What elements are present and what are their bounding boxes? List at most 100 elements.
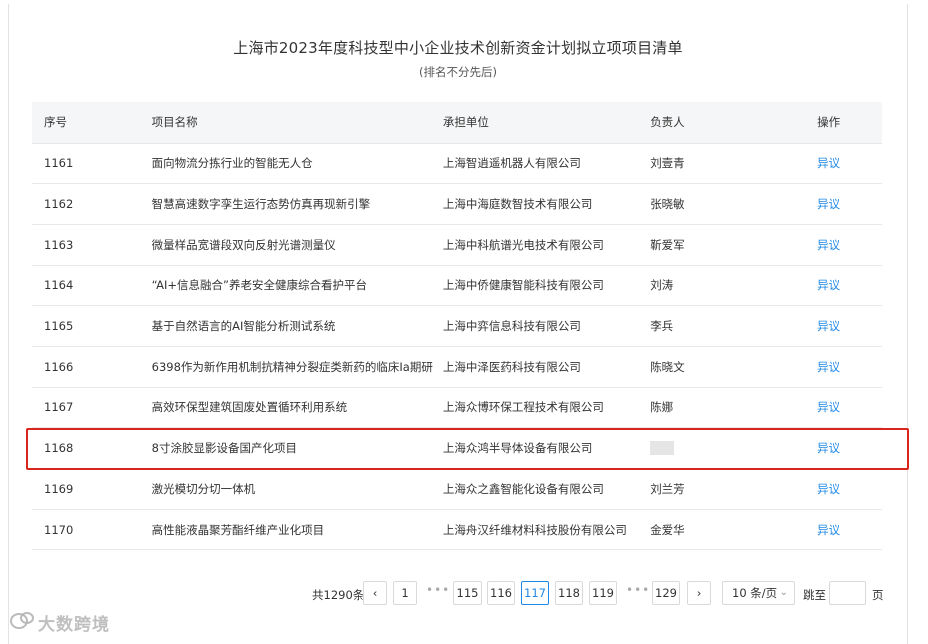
page-button-117-current[interactable]: 117 [521,581,549,605]
person-in-charge: 刘壹青 [640,143,807,185]
person-in-charge: 李兵 [640,305,807,347]
watermark-text: 大数跨境 [38,615,110,635]
page-button-115[interactable]: 115 [453,581,482,605]
row-number: 1162 [32,183,140,225]
jump-label: 跳至 [803,588,826,602]
person-in-charge: 陈娜 [640,387,807,429]
person-in-charge: 刘涛 [640,265,807,307]
objection-link[interactable]: 异议 [817,360,840,374]
row-number: 1167 [32,387,140,429]
objection-link[interactable]: 异议 [817,400,840,414]
person-in-charge: 靳爱军 [640,224,807,266]
person-in-charge: 刘兰芳 [640,468,807,510]
table-body: 1161 面向物流分拣行业的智能无人仓 上海智逍遥机器人有限公司 刘壹青 异议 1162 智… [32,143,882,551]
page-button-129[interactable]: 129 [652,581,680,605]
row-number: 1166 [32,346,140,388]
table-row: 1161 面向物流分拣行业的智能无人仓 上海智逍遥机器人有限公司 刘壹青 异议 [32,143,882,185]
pagination: 共1290条 ‹ 1 ••• 115 116 117 118 119 ••• 1… [0,581,928,607]
row-number: 1164 [32,265,140,307]
ellipsis-prev[interactable]: ••• [426,583,450,597]
project-name: 8寸涂胶显影设备国产化项目 [139,427,433,469]
page-button-116[interactable]: 116 [487,581,515,605]
person-in-charge: 张晓敏 [640,183,807,225]
watermark-logo-icon [10,612,34,634]
organization-name: 上海众鸿半导体设备有限公司 [432,427,641,469]
project-name: 微量样品宽谱段双向反射光谱测量仪 [139,224,433,266]
table-row: 1166 6398作为新作用机制抗精神分裂症类新药的临床Ia期研 上海中泽医药科技有… [32,346,882,388]
organization-name: 上海中科航谱光电技术有限公司 [432,224,641,266]
action-cell: 异议 [806,265,882,307]
person-in-charge [640,427,807,469]
page-size-select[interactable]: 10 条/页 ⌄ [722,581,795,605]
table-row: 1162 智慧高速数字孪生运行态势仿真再现新引擎 上海中海庭数智技术有限公司 张晓敏异… [32,183,882,225]
action-cell: 异议 [806,224,882,266]
table-header-row: 序号 项目名称 承担单位 负责人 操作 [32,102,882,144]
column-header-action: 操作 [806,102,882,144]
ellipsis-next[interactable]: ••• [626,583,650,597]
objection-link[interactable]: 异议 [817,319,840,333]
objection-link[interactable]: 异议 [817,238,840,252]
action-cell: 异议 [806,143,882,185]
objection-link[interactable]: 异议 [817,156,840,170]
page-button-118[interactable]: 118 [555,581,583,605]
organization-name: 上海中侨健康智能科技有限公司 [432,265,641,307]
table-row: 1163 微量样品宽谱段双向反射光谱测量仪 上海中科航谱光电技术有限公司 靳爱军 异议 [32,224,882,266]
project-table: 序号 项目名称 承担单位 负责人 操作 1161 面向物流分拣行业的智能无人仓 上海… [32,102,882,551]
organization-name: 上海众之鑫智能化设备有限公司 [432,468,641,510]
project-name: 智慧高速数字孪生运行态势仿真再现新引擎 [139,183,433,225]
page-subtitle: (排名不分先后) [419,65,497,79]
row-number: 1161 [32,143,140,185]
objection-link[interactable]: 异议 [817,482,840,496]
person-in-charge: 金爱华 [640,509,807,551]
action-cell: 异议 [806,305,882,347]
jump-page-input[interactable] [829,581,866,605]
prev-page-button[interactable]: ‹ [363,581,387,605]
project-name: “AI+信息融合”养老安全健康综合看护平台 [139,265,433,307]
organization-name: 上海智逍遥机器人有限公司 [432,143,641,185]
row-number: 1165 [32,305,140,347]
project-name: 基于自然语言的AI智能分析测试系统 [139,305,433,347]
chevron-down-icon: ⌄ [779,587,788,598]
page-button-119[interactable]: 119 [589,581,617,605]
row-number: 1169 [32,468,140,510]
row-number: 1163 [32,224,140,266]
project-name: 面向物流分拣行业的智能无人仓 [139,143,433,185]
column-header-person: 负责人 [640,102,807,144]
organization-name: 上海中弈信息科技有限公司 [432,305,641,347]
project-name: 高性能液晶聚芳酯纤维产业化项目 [139,509,433,551]
watermark: 大数跨境 [10,610,110,635]
objection-link[interactable]: 异议 [817,278,840,292]
column-header-no: 序号 [32,102,140,144]
objection-link[interactable]: 异议 [817,523,840,537]
action-cell: 异议 [806,183,882,225]
column-header-name: 项目名称 [139,102,433,144]
organization-name: 上海众博环保工程技术有限公司 [432,387,641,429]
objection-link[interactable]: 异议 [817,441,840,455]
project-name: 6398作为新作用机制抗精神分裂症类新药的临床Ia期研 [139,346,433,388]
project-name: 高效环保型建筑固废处置循环利用系统 [139,387,433,429]
row-number: 1168 [32,427,140,469]
action-cell: 异议 [806,468,882,510]
person-in-charge: 陈晓文 [640,346,807,388]
pagination-total: 共1290条 [312,588,365,602]
page-size-value: 10 条/页 [732,586,778,600]
masked-person-block [650,441,675,456]
organization-name: 上海中海庭数智技术有限公司 [432,183,641,225]
organization-name: 上海舟汉纤维材料科技股份有限公司 [432,509,641,551]
action-cell: 异议 [806,509,882,551]
objection-link[interactable]: 异议 [817,197,840,211]
table-row: 1170 高性能液晶聚芳酯纤维产业化项目 上海舟汉纤维材料科技股份有限公司 金爱华 异议 [32,509,882,551]
column-header-org: 承担单位 [432,102,641,144]
action-cell: 异议 [806,427,882,469]
project-name: 激光模切分切一体机 [139,468,433,510]
page-suffix-label: 页 [872,588,884,602]
table-row: 1169 激光模切分切一体机 上海众之鑫智能化设备有限公司 刘兰芳 异议 [32,468,882,510]
table-row: 1167 高效环保型建筑固废处置循环利用系统 上海众博环保工程技术有限公司 陈娜 异议 [32,387,882,429]
row-number: 1170 [32,509,140,551]
page-button-1[interactable]: 1 [393,581,417,605]
table-row: 1164 “AI+信息融合”养老安全健康综合看护平台 上海中侨健康智能科技有限公司刘… [32,265,882,307]
table-row: 1168 8寸涂胶显影设备国产化项目 上海众鸿半导体设备有限公司 异议 [32,427,882,469]
action-cell: 异议 [806,387,882,429]
next-page-button[interactable]: › [687,581,711,605]
page-title: 上海市2023年度科技型中小企业技术创新资金计划拟立项项目清单 [233,39,683,57]
